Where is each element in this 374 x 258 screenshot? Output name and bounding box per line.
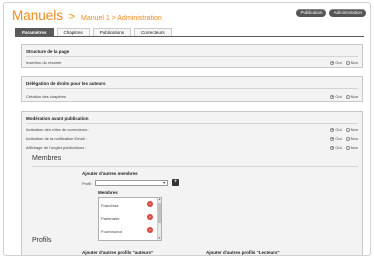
title-main[interactable]: Manuels [12,8,63,23]
breadcrumb[interactable]: Manuel 1 > Administration [81,15,162,22]
radio-label: Oui [335,94,342,99]
members-list[interactable]: Franchisé × Partenaire × Fournisseur × ▲… [98,197,162,241]
radio-label: Non [350,60,358,65]
radio-group: Oui Non [330,127,358,132]
setting-row: Insertion du résumé Oui Non [26,60,358,66]
radio-label: Oui [335,145,342,150]
add-members-title: Ajouter d'autres membres [82,171,138,176]
tab-underline [15,36,364,37]
administration-button[interactable]: Administration [329,9,366,17]
radio-label: Oui [335,136,342,141]
tab-chapitres[interactable]: Chapitres [56,28,90,36]
radio-label: Non [350,94,358,99]
radio-group: Oui Non [330,145,358,150]
profils-heading: Profils [32,237,52,244]
radio-group: Oui Non [330,136,358,141]
setting-row: Affichage de l'onglet publications : Oui… [26,145,358,151]
setting-row: Activation de la notification Email : Ou… [26,136,358,142]
radio-label: Non [350,136,358,141]
radio-oui[interactable]: Oui [330,94,342,99]
divider [26,88,358,89]
setting-label: Création des chapitres [26,94,67,99]
tab-correcteurs[interactable]: Correcteurs [134,28,172,36]
radio-non[interactable]: Non [345,127,358,132]
radio-label: Oui [335,60,342,65]
radio-group: Oui Non [330,60,358,65]
chevron-down-icon: ▼ [162,181,166,185]
membres-heading: Membres [32,155,62,162]
remove-icon[interactable]: × [147,227,153,233]
setting-label: Affichage de l'onglet publications : [26,145,87,150]
radio-oui[interactable]: Oui [330,127,342,132]
admin-window: Manuels > Manuel 1 > Administration Publ… [3,2,371,256]
radio-group: Oui Non [330,94,358,99]
section-title: Délégation de droits pour les auteurs [26,81,106,86]
section-structure: Structure de la page Insertion du résumé… [21,44,363,68]
list-item: Fournisseur [101,229,123,234]
tab-publications[interactable]: Publications [92,28,132,36]
radio-non[interactable]: Non [345,60,358,65]
radio-unchecked-icon[interactable] [345,136,350,141]
list-item: Partenaire [101,216,120,221]
tab-parametres[interactable]: Paramètres [15,28,54,36]
radio-unchecked-icon[interactable] [345,145,350,150]
radio-unchecked-icon[interactable] [345,94,350,99]
radio-label: Non [350,145,358,150]
setting-label: Insertion du résumé [26,60,62,65]
list-item: Franchisé [101,203,119,208]
radio-non[interactable]: Non [345,136,358,141]
divider [32,166,358,167]
radio-non[interactable]: Non [345,145,358,150]
radio-label: Non [350,127,358,132]
section-moderation: Modération avant publication Activation … [21,111,363,255]
radio-checked-icon[interactable] [330,145,335,150]
radio-oui[interactable]: Oui [330,136,342,141]
divider [26,56,358,57]
section-delegation: Délégation de droits pour les auteurs Cr… [21,76,363,102]
radio-oui[interactable]: Oui [330,60,342,65]
radio-non[interactable]: Non [345,94,358,99]
page-title: Manuels > Manuel 1 > Administration [12,8,162,23]
profil-label: Profil : [82,181,94,186]
add-auteurs-title: Ajouter d'autres profils "auteurs" [82,250,154,255]
divider [26,123,358,124]
setting-label: Activation de la notification Email : [26,136,87,141]
title-separator: > [68,11,76,23]
setting-row: Création des chapitres Oui Non [26,94,358,100]
scroll-down-icon[interactable]: ▼ [158,237,161,240]
add-lecteurs-title: Ajouter d'autres profils "Lecteurs" [206,250,280,255]
remove-icon[interactable]: × [147,201,153,207]
section-title: Modération avant publication [26,116,89,121]
tab-bar: Paramètres Chapitres Publications Correc… [15,28,172,36]
header-buttons: Publication Administration [296,9,366,17]
radio-unchecked-icon[interactable] [345,127,350,132]
profil-select[interactable]: ▼ [95,180,168,186]
publication-button[interactable]: Publication [296,9,327,17]
radio-unchecked-icon[interactable] [345,60,350,65]
list-scrollbar[interactable]: ▲ ▼ [157,198,161,240]
radio-label: Oui [335,127,342,132]
radio-checked-icon[interactable] [330,136,335,141]
page-header: Manuels > Manuel 1 > Administration Publ… [9,7,366,25]
radio-checked-icon[interactable] [330,60,335,65]
add-member-button[interactable]: + [172,179,179,186]
scroll-up-icon[interactable]: ▲ [158,198,161,201]
remove-icon[interactable]: × [147,214,153,220]
radio-checked-icon[interactable] [330,94,335,99]
members-list-title: Membres [98,190,118,195]
scroll-thumb[interactable] [158,203,161,223]
section-title: Structure de la page [26,49,70,54]
setting-row: Activation des rôles de correcteurs : Ou… [26,127,358,133]
radio-checked-icon[interactable] [330,127,335,132]
setting-label: Activation des rôles de correcteurs : [26,127,90,132]
radio-oui[interactable]: Oui [330,145,342,150]
